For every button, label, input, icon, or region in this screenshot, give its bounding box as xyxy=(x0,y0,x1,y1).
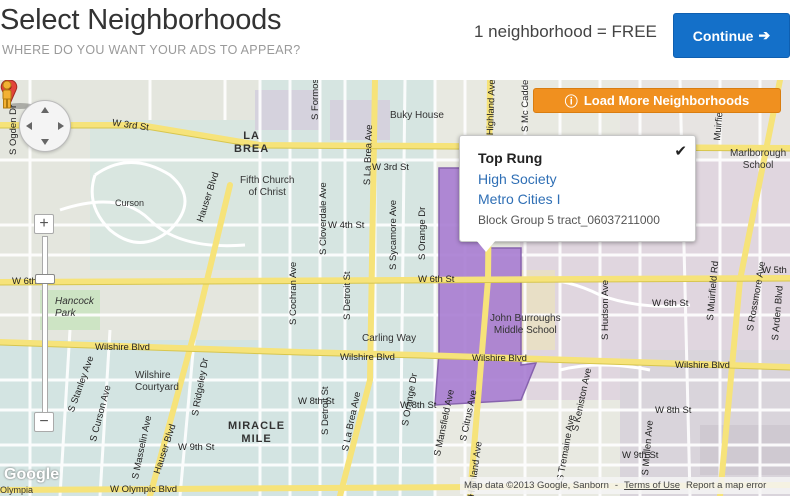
road-la-brea-top: S La Brea Ave xyxy=(362,124,376,186)
label-john-burroughs: John Burroughs Middle School xyxy=(490,313,561,336)
popup-link-high-society[interactable]: High Society xyxy=(478,171,557,187)
google-logo: Google xyxy=(4,466,60,483)
pan-control[interactable] xyxy=(19,100,71,152)
info-circle-icon: ⓘ xyxy=(564,94,578,109)
zoom-in-button[interactable]: + xyxy=(34,214,54,234)
road-sycamore: S Sycamore Ave xyxy=(388,199,399,270)
road-highland-top: Highland Ave xyxy=(485,80,498,136)
check-icon[interactable]: ✔ xyxy=(674,142,687,160)
report-link[interactable]: Report a map error xyxy=(686,480,766,491)
map-attribution: Map data ©2013 Google, Sanborn - Terms o… xyxy=(460,477,790,494)
zoom-out-button[interactable]: − xyxy=(34,412,54,432)
road-cloverdale: S Cloverdale Ave xyxy=(318,182,329,255)
road-detroit-top: S Detroit St xyxy=(342,271,353,320)
road-cochran: S Cochran Ave xyxy=(288,261,299,325)
label-carling-way: Carling Way xyxy=(362,333,417,344)
label-hancock-park: Hancock Park xyxy=(55,296,94,319)
road-mc-cadden: S Mc Cadden xyxy=(520,80,531,132)
terms-link[interactable]: Terms of Use xyxy=(624,480,680,491)
road-wilshire-mid: Wilshire Blvd xyxy=(340,352,395,363)
label-wilshire-courtyard: Wilshire Courtyard xyxy=(135,370,179,393)
pan-arrows-icon xyxy=(26,107,64,145)
header: Select Neighborhoods WHERE DO YOU WANT Y… xyxy=(0,0,790,80)
label-curson: Curson xyxy=(115,198,145,208)
road-orange: S Orange Dr xyxy=(417,206,428,260)
map[interactable]: LA BREA Buky House Fifth Church of Christ … xyxy=(0,80,790,496)
road-w4th: W 4th St xyxy=(328,220,365,231)
count-price: FREE xyxy=(611,22,657,41)
popup-tail xyxy=(476,240,496,252)
separator: - xyxy=(614,480,619,491)
road-ogden: S Ogden Dr xyxy=(8,104,19,155)
label-la-brea: LA BREA xyxy=(234,130,270,155)
count-text: 1 neighborhood = xyxy=(474,22,612,41)
neighborhood-count: 1 neighborhood = FREE xyxy=(474,22,657,42)
road-w3rd-mid: W 3rd St xyxy=(372,162,409,173)
road-w6th-right: W 6th St xyxy=(652,298,689,309)
road-w8th-right: W 8th St xyxy=(655,405,692,416)
popup-block-group: Block Group 5 tract_06037211000 xyxy=(478,213,660,227)
road-olympic: W Olympic Blvd xyxy=(110,484,178,495)
continue-label: Continue xyxy=(692,27,754,44)
road-wilshire-mid2: Wilshire Blvd xyxy=(472,353,527,364)
road-w9th: W 9th St xyxy=(178,442,215,453)
label-marlborough: Marlborough School xyxy=(730,148,787,171)
load-more-label: Load More Neighborhoods xyxy=(583,93,750,108)
zoom-slider-track[interactable] xyxy=(42,236,48,416)
road-hudson: S Hudson Ave xyxy=(600,279,611,340)
page-subtitle: WHERE DO YOU WANT YOUR ADS TO APPEAR? xyxy=(2,43,301,57)
label-miracle-mile: MIRACLE MILE xyxy=(228,420,286,445)
zoom-slider-thumb[interactable] xyxy=(35,274,55,284)
label-olympia: Olympia xyxy=(0,485,34,495)
page-title: Select Neighborhoods xyxy=(0,4,282,36)
road-wilshire-right: Wilshire Blvd xyxy=(675,360,730,371)
label-fifth-church: Fifth Church of Christ xyxy=(240,175,295,198)
road-formosa: S Formosa Ave xyxy=(310,80,321,120)
pegman-icon[interactable] xyxy=(0,80,14,110)
load-more-button[interactable]: ⓘ Load More Neighborhoods xyxy=(533,88,781,113)
continue-button[interactable]: Continue ➔ xyxy=(673,13,790,58)
zoom-control: + − xyxy=(34,214,55,436)
label-buky-house: Buky House xyxy=(390,110,444,121)
road-wilshire-left: Wilshire Blvd xyxy=(95,342,150,353)
arrow-right-icon: ➔ xyxy=(758,27,771,43)
road-w6th-mid: W 6th St xyxy=(418,274,455,285)
attribution-data: Map data ©2013 Google, Sanborn xyxy=(464,480,609,491)
info-popup: Top Rung ✔ High Society Metro Cities I B… xyxy=(459,135,696,242)
popup-title: Top Rung xyxy=(478,150,543,166)
popup-link-metro-cities[interactable]: Metro Cities I xyxy=(478,191,560,207)
road-detroit-bottom: S Detroit St xyxy=(320,386,331,435)
